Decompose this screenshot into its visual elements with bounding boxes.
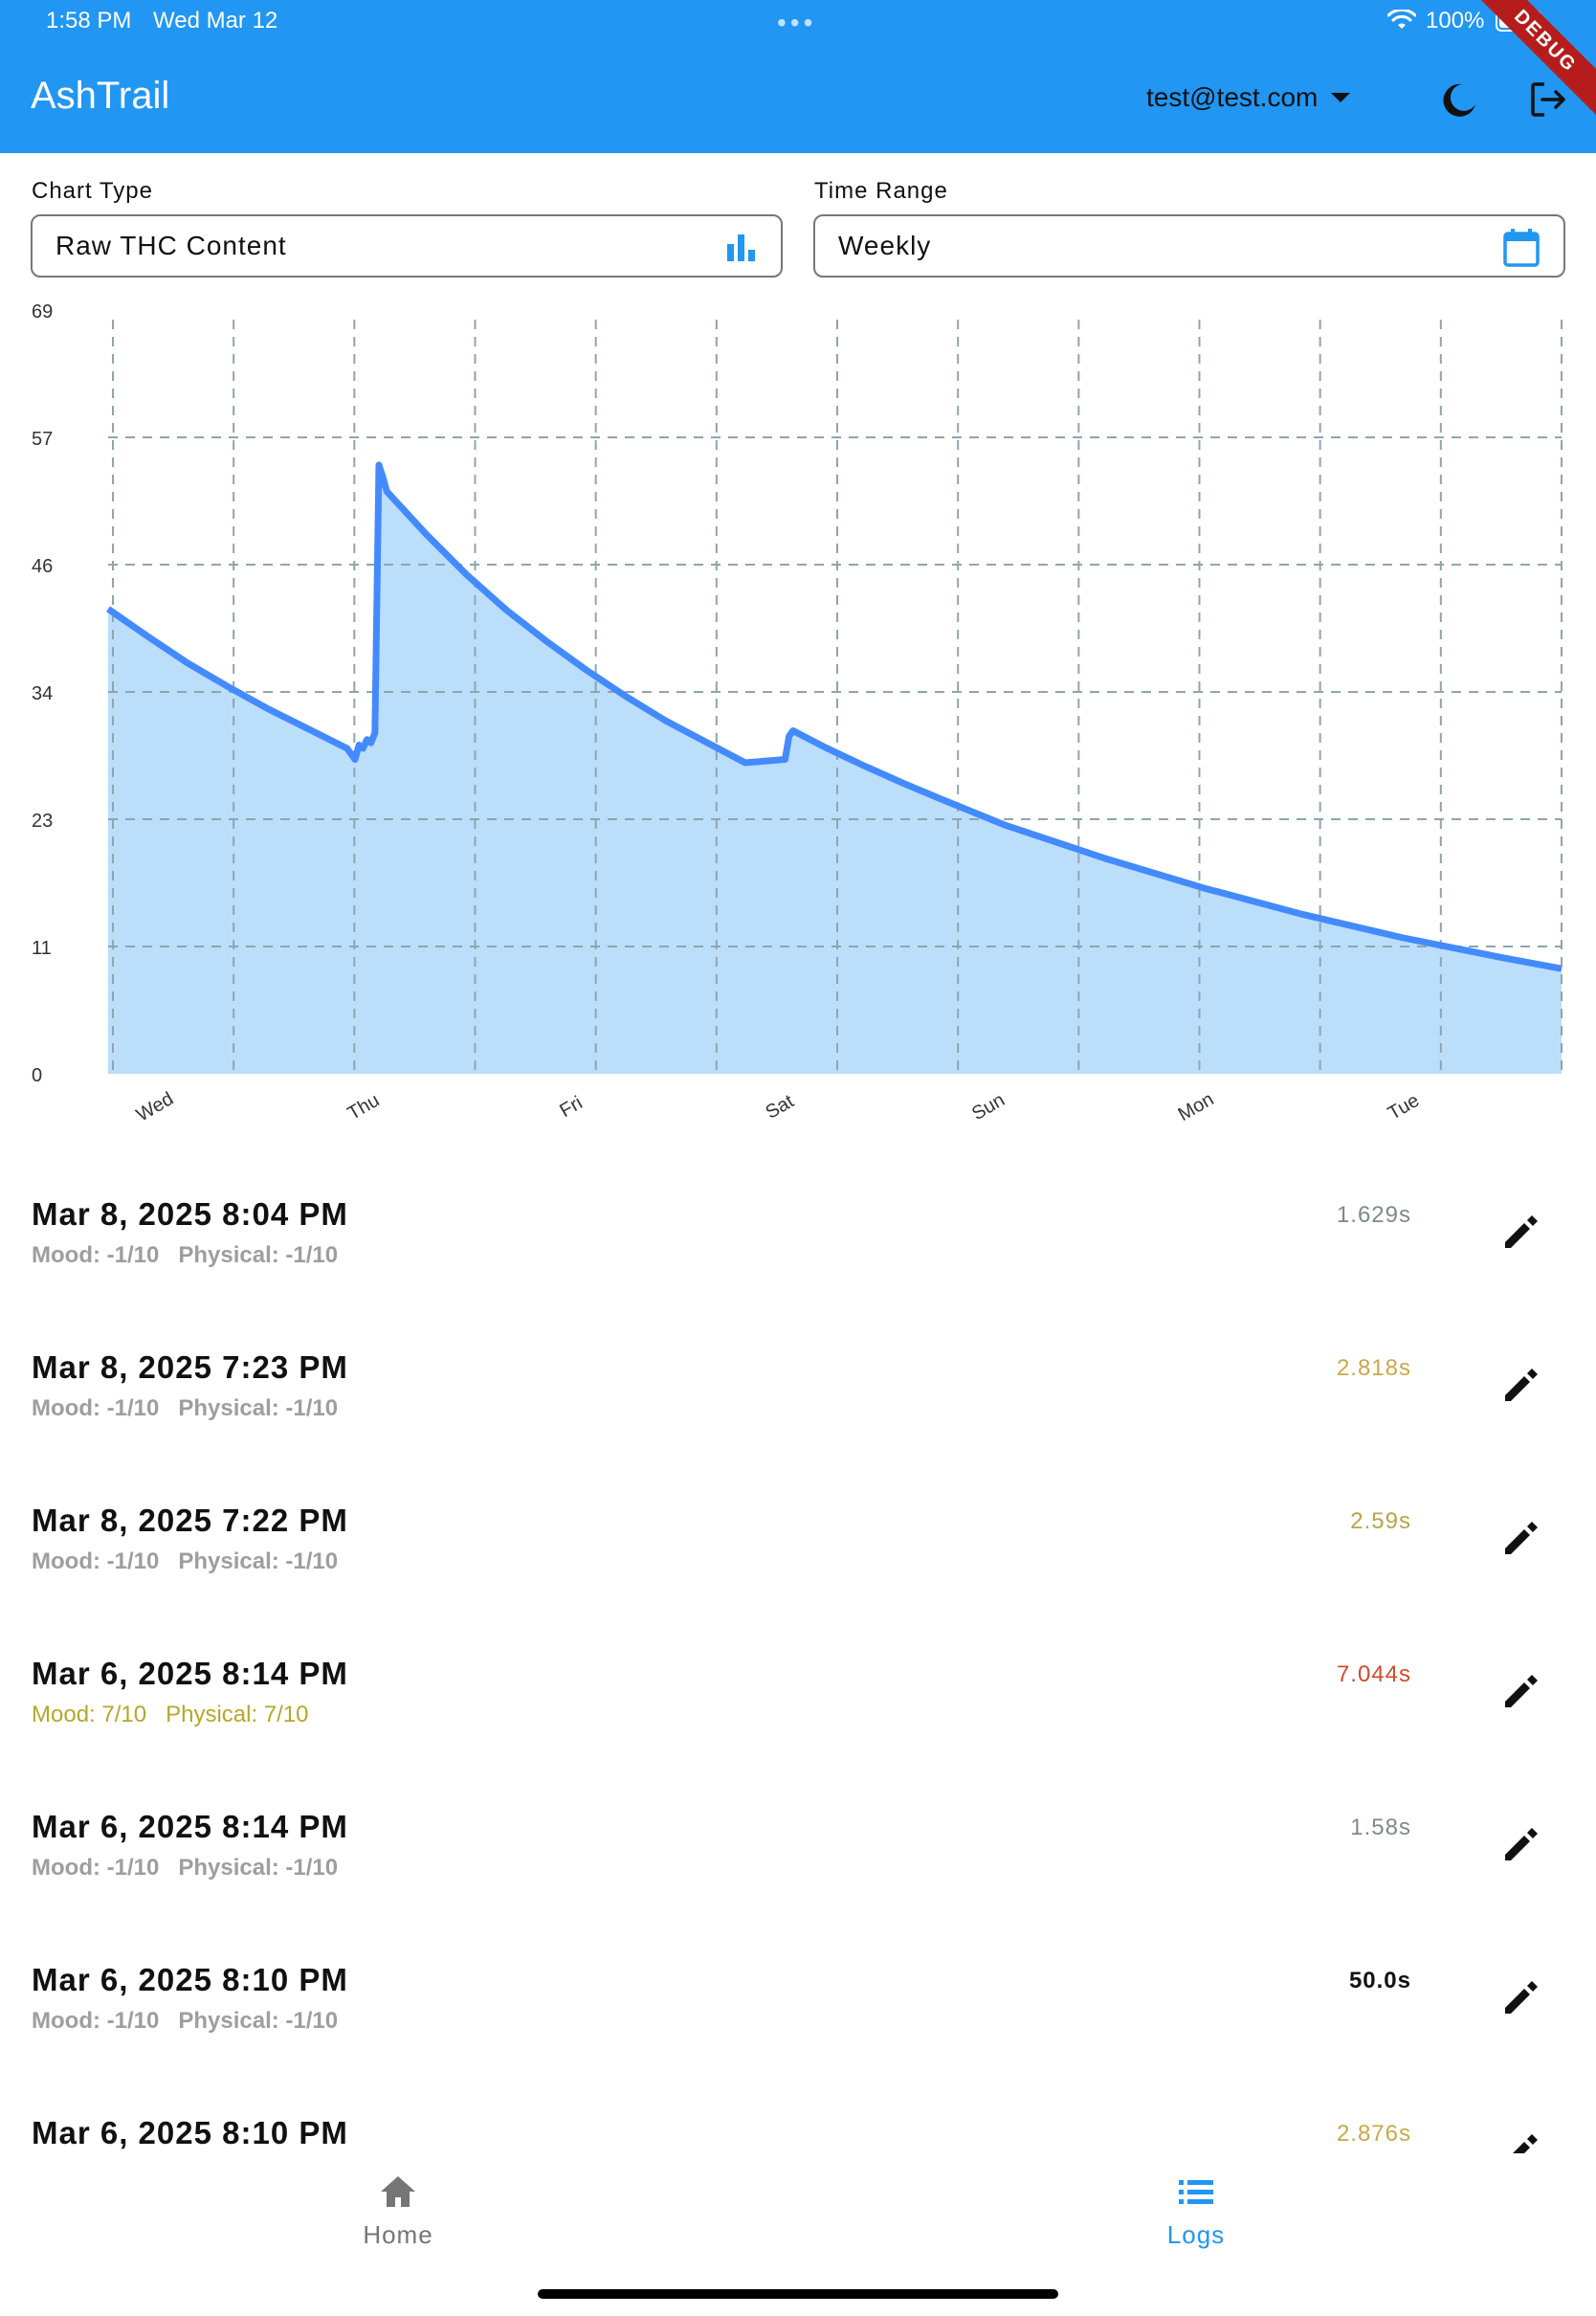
log-duration: 2.876s [1336, 2121, 1411, 2147]
edit-icon[interactable] [1499, 1671, 1541, 1713]
log-ratings: Mood: -1/10 Physical: -1/10 [32, 1395, 338, 1422]
x-tick-label: Fri [556, 1092, 586, 1122]
y-tick-label: 34 [32, 683, 53, 704]
account-email: test@test.com [1146, 82, 1319, 112]
home-icon [381, 2176, 415, 2207]
log-duration: 7.044s [1336, 1661, 1411, 1687]
x-tick-label: Tue [1385, 1090, 1423, 1125]
log-date: Mar 8, 2025 7:22 PM [32, 1503, 348, 1538]
edit-icon[interactable] [1499, 1212, 1541, 1254]
time-range-label: Time Range [814, 178, 948, 204]
edit-icon[interactable] [1499, 2130, 1541, 2153]
log-duration: 2.818s [1336, 1355, 1411, 1381]
physical-rating: Physical: -1/10 [178, 2008, 339, 2034]
chart-type-select[interactable]: Raw THC Content [31, 214, 783, 278]
multitasking-dots-icon[interactable]: ••• [777, 8, 816, 38]
nav-home[interactable]: Home [255, 2172, 542, 2250]
bar-chart-icon [727, 234, 755, 261]
y-tick-label: 23 [32, 811, 53, 832]
y-tick-label: 46 [32, 556, 53, 577]
wifi-icon [1387, 10, 1416, 29]
log-duration: 1.58s [1350, 1815, 1411, 1840]
app-root: 1:58 PM Wed Mar 12 ••• 100% DEBUG AshTra… [0, 0, 1596, 2316]
moon-icon[interactable] [1437, 78, 1479, 121]
x-tick-label: Thu [344, 1090, 384, 1125]
log-duration: 2.59s [1350, 1508, 1411, 1534]
x-tick-label: Sat [762, 1091, 797, 1124]
nav-logs-label: Logs [1166, 2220, 1226, 2249]
account-dropdown[interactable]: test@test.com [1146, 82, 1351, 113]
status-date: Wed Mar 12 [153, 8, 278, 33]
mood-rating: Mood: -1/10 [32, 1548, 160, 1574]
log-date: Mar 6, 2025 8:10 PM [32, 1962, 348, 1997]
edit-icon[interactable] [1499, 1518, 1541, 1560]
area-fill [108, 464, 1562, 1074]
battery-percent: 100% [1426, 8, 1485, 33]
physical-rating: Physical: -1/10 [178, 1548, 339, 1574]
physical-rating: Physical: 7/10 [166, 1702, 309, 1727]
log-duration: 1.629s [1336, 1202, 1411, 1228]
caret-down-icon [1331, 93, 1351, 102]
mood-rating: Mood: -1/10 [32, 2008, 160, 2034]
mood-rating: Mood: -1/10 [32, 1855, 160, 1881]
nav-logs[interactable]: Logs [1053, 2172, 1340, 2250]
y-tick-label: 69 [32, 301, 53, 323]
log-ratings: Mood: -1/10 Physical: -1/10 [32, 1548, 338, 1575]
list-icon [1179, 2180, 1213, 2204]
physical-rating: Physical: -1/10 [178, 1242, 339, 1268]
log-ratings: Mood: -1/10 Physical: -1/10 [32, 1855, 338, 1882]
x-tick-label: Mon [1175, 1089, 1218, 1126]
log-entry[interactable]: Mar 8, 2025 7:22 PM Mood: -1/10 Physical: … [0, 1474, 1596, 1627]
log-list: Mar 8, 2025 8:04 PM Mood: -1/10 Physical: … [0, 1168, 1596, 2153]
area-chart: 0 11 23 34 46 57 69 Wed Thu Fri Sat Sun Mon Tue [32, 301, 1563, 1126]
x-tick-label: Sun [968, 1089, 1009, 1125]
app-title: AshTrail [31, 75, 170, 117]
logout-icon[interactable] [1527, 78, 1569, 121]
log-entry[interactable]: Mar 6, 2025 8:14 PM Mood: 7/10 Physical: 7… [0, 1627, 1596, 1780]
thc-chart: 0 11 23 34 46 57 69 Wed Thu Fri Sat Sun Mon Tue [0, 297, 1596, 1139]
log-entry[interactable]: Mar 6, 2025 8:14 PM Mood: -1/10 Physical: … [0, 1780, 1596, 1933]
app-bar: 1:58 PM Wed Mar 12 ••• 100% DEBUG AshTra… [0, 0, 1596, 153]
status-time: 1:58 PM [46, 8, 132, 33]
log-date: Mar 6, 2025 8:14 PM [32, 1656, 348, 1691]
log-duration: 50.0s [1348, 1968, 1411, 1993]
log-entry[interactable]: Mar 6, 2025 8:10 PM Mood: -1/10 Physical: … [0, 1933, 1596, 2086]
log-entry[interactable]: Mar 6, 2025 8:10 PM 2.876s [0, 2086, 1596, 2153]
log-date: Mar 8, 2025 8:04 PM [32, 1196, 348, 1232]
nav-home-label: Home [363, 2220, 433, 2249]
chart-type-value: Raw THC Content [55, 231, 287, 260]
log-ratings: Mood: 7/10 Physical: 7/10 [32, 1702, 309, 1728]
log-ratings: Mood: -1/10 Physical: -1/10 [32, 2008, 338, 2035]
y-tick-label: 0 [32, 1065, 42, 1086]
edit-icon[interactable] [1499, 1824, 1541, 1866]
log-date: Mar 6, 2025 8:14 PM [32, 1809, 348, 1844]
calendar-icon [1503, 229, 1540, 267]
log-ratings: Mood: -1/10 Physical: -1/10 [32, 1242, 338, 1269]
edit-icon[interactable] [1499, 1977, 1541, 2019]
log-entry[interactable]: Mar 8, 2025 7:23 PM Mood: -1/10 Physical: … [0, 1321, 1596, 1474]
mood-rating: Mood: 7/10 [32, 1702, 147, 1727]
mood-rating: Mood: -1/10 [32, 1395, 160, 1421]
y-tick-label: 11 [32, 938, 52, 959]
x-tick-label: Wed [133, 1088, 177, 1125]
time-range-value: Weekly [838, 231, 932, 260]
mood-rating: Mood: -1/10 [32, 1242, 160, 1268]
physical-rating: Physical: -1/10 [178, 1855, 339, 1881]
log-date: Mar 8, 2025 7:23 PM [32, 1349, 348, 1385]
edit-icon[interactable] [1499, 1365, 1541, 1407]
log-entry[interactable]: Mar 8, 2025 8:04 PM Mood: -1/10 Physical: … [0, 1168, 1596, 1321]
physical-rating: Physical: -1/10 [178, 1395, 339, 1421]
log-date: Mar 6, 2025 8:10 PM [32, 2115, 348, 2150]
home-indicator[interactable] [538, 2289, 1058, 2299]
time-range-select[interactable]: Weekly [813, 214, 1565, 278]
y-tick-label: 57 [32, 429, 53, 450]
chart-type-label: Chart Type [32, 178, 153, 204]
